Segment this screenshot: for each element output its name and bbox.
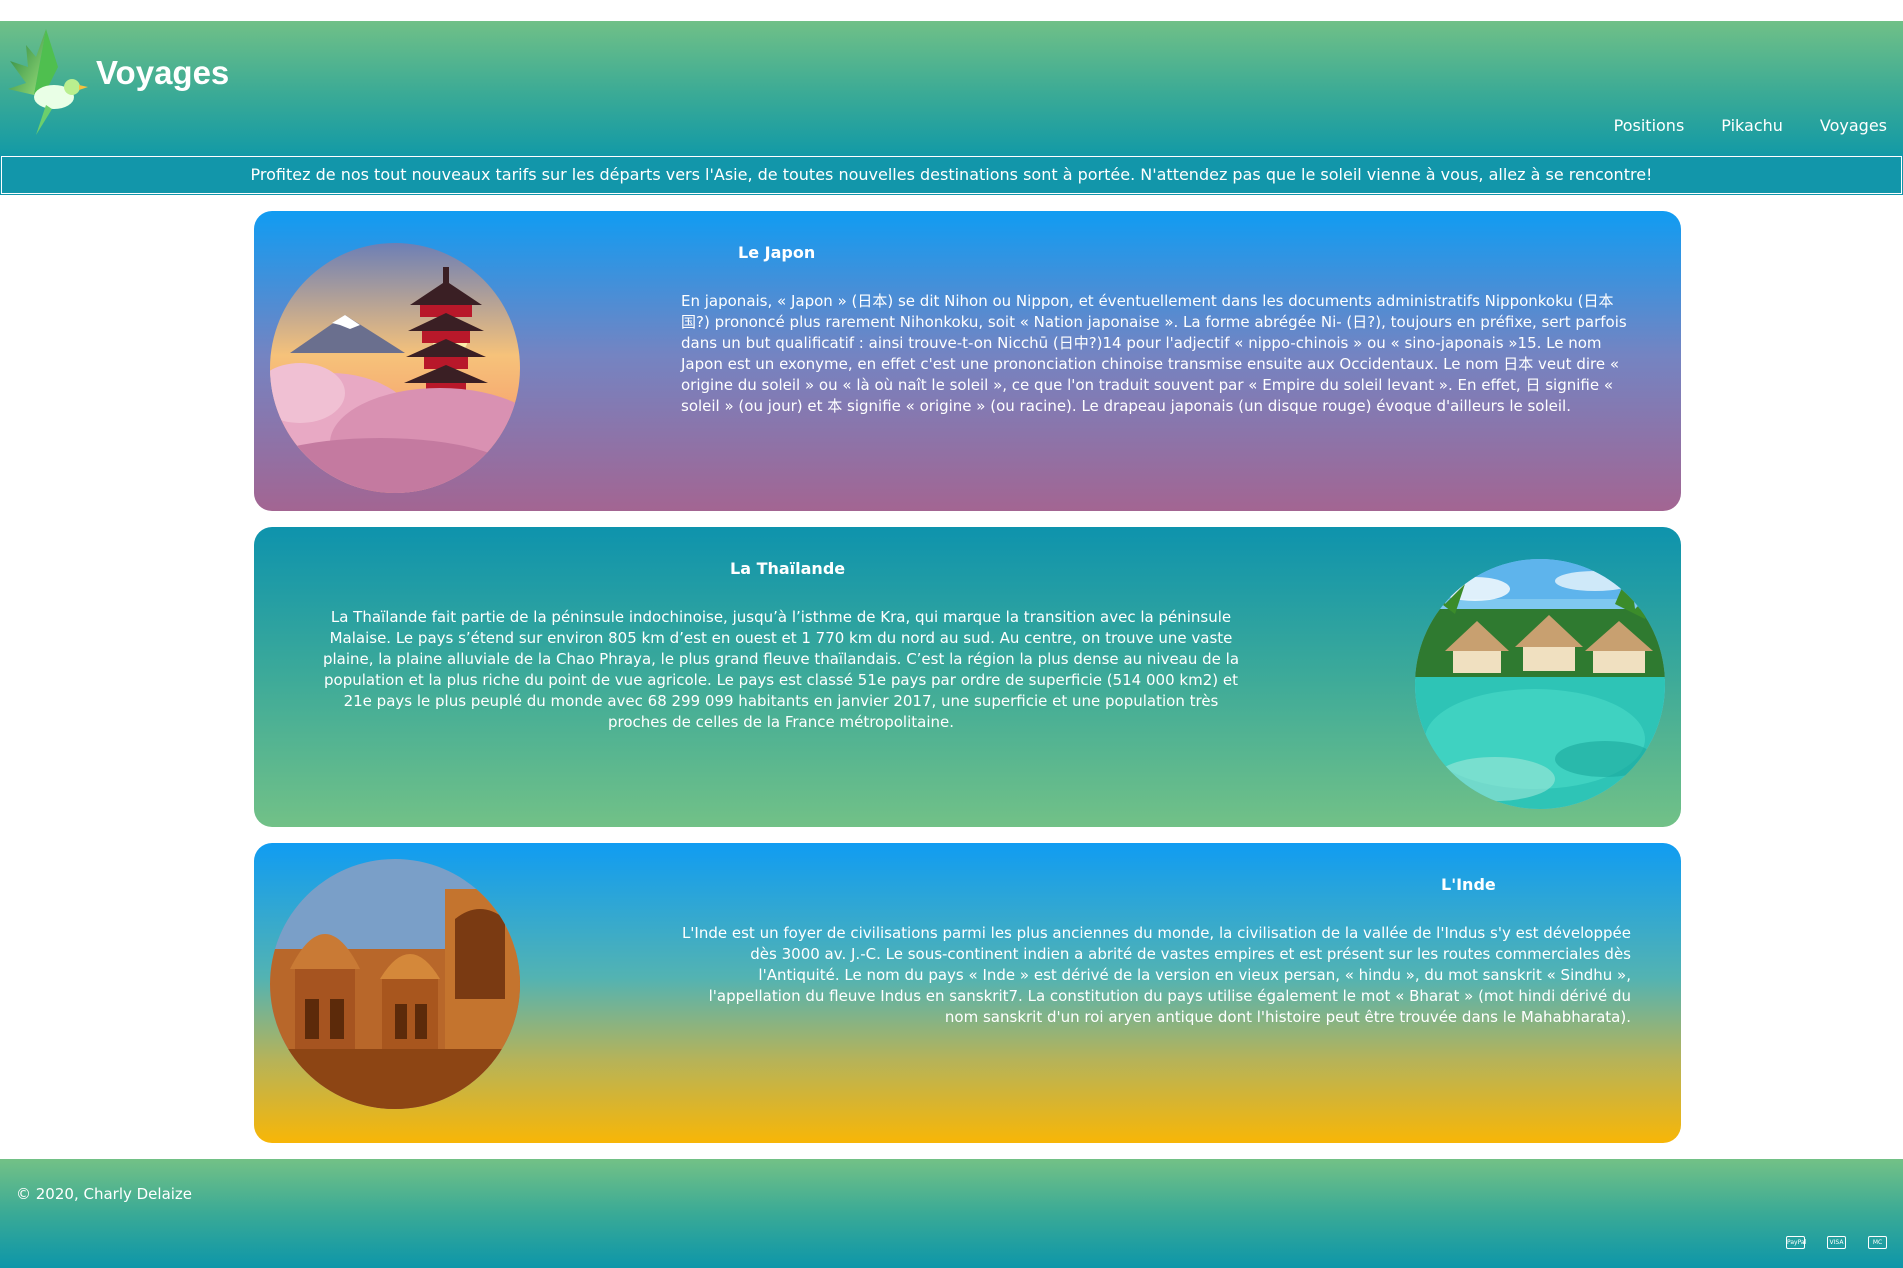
destination-card-inde: L'Inde L'Inde est un foyer de civilisati… xyxy=(254,843,1681,1143)
copyright-text: © 2020, Charly Delaize xyxy=(16,1185,193,1203)
site-footer: © 2020, Charly Delaize PayPal VISA MC xyxy=(0,1159,1903,1268)
tropical-bungalows-image xyxy=(1415,559,1665,809)
mastercard-icon[interactable]: MC xyxy=(1868,1236,1887,1249)
indian-temple-image xyxy=(270,859,520,1109)
visa-icon[interactable]: VISA xyxy=(1827,1236,1846,1249)
site-header: Voyages Positions Pikachu Voyages xyxy=(0,21,1903,155)
destination-card-japon: Le Japon En japonais, « Japon » (日本) se … xyxy=(254,211,1681,511)
nav-link-pikachu[interactable]: Pikachu xyxy=(1721,116,1783,135)
main-nav: Positions Pikachu Voyages xyxy=(1614,116,1887,135)
card-title: L'Inde xyxy=(1441,875,1496,894)
card-text: L'Inde est un foyer de civilisations par… xyxy=(681,924,1631,1026)
nav-link-positions[interactable]: Positions xyxy=(1614,116,1685,135)
payment-icons: PayPal VISA MC xyxy=(1786,1236,1887,1249)
site-title: Voyages xyxy=(96,54,230,91)
destination-card-thailande: La Thaïlande La Thaïlande fait partie de… xyxy=(254,527,1681,827)
nav-link-voyages[interactable]: Voyages xyxy=(1820,116,1887,135)
card-title: Le Japon xyxy=(738,243,816,262)
bird-logo-icon[interactable] xyxy=(6,27,90,137)
inde-photo xyxy=(270,859,520,1109)
card-text: La Thaïlande fait partie de la péninsule… xyxy=(322,608,1240,731)
card-text: En japonais, « Japon » (日本) se dit Nihon… xyxy=(681,292,1627,415)
thailande-photo xyxy=(1415,559,1665,809)
japon-photo xyxy=(270,243,520,493)
paypal-icon[interactable]: PayPal xyxy=(1786,1236,1806,1249)
card-title: La Thaïlande xyxy=(730,559,846,578)
japan-pagoda-image xyxy=(270,243,520,493)
promo-banner: Profitez de nos tout nouveaux tarifs sur… xyxy=(0,155,1903,195)
